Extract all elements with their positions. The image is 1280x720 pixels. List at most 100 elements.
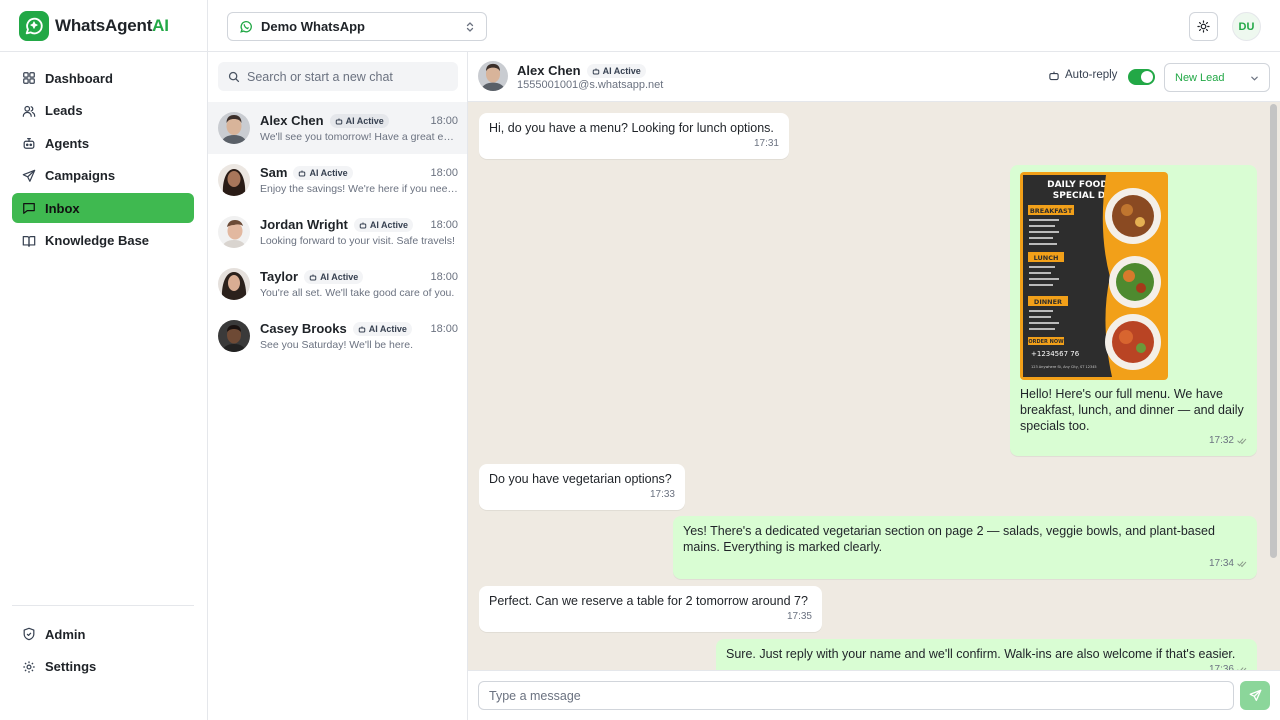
chevron-down-icon <box>1251 76 1258 81</box>
ai-active-badge: AI Active <box>304 269 364 284</box>
double-check-icon <box>1237 561 1247 568</box>
nav-label: Campaigns <box>45 168 116 183</box>
user-avatar[interactable]: DU <box>1232 12 1261 41</box>
shield-icon <box>23 627 35 641</box>
auto-reply-label-group: Auto-reply <box>1048 69 1117 81</box>
message-incoming: Perfect. Can we reserve a table for 2 to… <box>479 586 822 632</box>
robot-icon <box>335 118 342 125</box>
chat-preview: See you Saturday! We'll be here. <box>260 339 413 351</box>
composer <box>468 670 1280 720</box>
sun-icon <box>1197 20 1210 33</box>
nav-item-campaigns[interactable]: Campaigns <box>12 161 194 191</box>
message-scrollbar[interactable] <box>1270 104 1277 558</box>
chat-preview: We'll see you tomorrow! Have a great eve… <box>260 131 458 143</box>
robot-icon <box>358 326 365 333</box>
chat-name: Taylor AI Active <box>260 269 364 285</box>
whatsapp-icon <box>240 20 252 33</box>
chat-time: 18:00 <box>430 271 458 283</box>
grid-icon <box>23 72 35 84</box>
ai-active-badge: AI Active <box>353 217 414 232</box>
chat-time: 18:00 <box>430 219 458 231</box>
users-icon <box>22 105 36 117</box>
gear-icon <box>23 660 35 673</box>
nav-item-agents[interactable]: Agents <box>12 128 194 158</box>
menu-phone: +1234567 76 <box>1031 350 1080 358</box>
secondary-nav: Admin Settings <box>12 605 194 684</box>
double-check-icon <box>1237 438 1247 445</box>
lead-status-select[interactable]: New Lead <box>1164 63 1270 92</box>
top-bar: Demo WhatsApp DU <box>208 0 1280 52</box>
nav-label: Agents <box>45 135 90 151</box>
ai-active-badge: AI Active <box>586 63 646 78</box>
nav-item-settings[interactable]: Settings <box>12 652 194 682</box>
chat-item-casey-brooks[interactable]: Casey Brooks AI Active 18:00 See you Satu… <box>208 310 467 362</box>
nav-label: Inbox <box>45 200 80 216</box>
avatar <box>218 164 250 196</box>
nav-item-leads[interactable]: Leads <box>12 96 194 126</box>
nav-label: Admin <box>45 626 86 642</box>
nav-item-dashboard[interactable]: Dashboard <box>12 63 194 93</box>
chat-name: Alex Chen AI Active <box>260 113 389 129</box>
chat-item-sam[interactable]: Sam AI Active 18:00 Enjoy the savings! We… <box>208 154 467 206</box>
message-area[interactable]: Hi, do you have a menu? Looking for lunc… <box>468 102 1280 670</box>
message-text: Hello! Here's our full menu. We have bre… <box>1020 387 1244 433</box>
message-input[interactable] <box>478 681 1234 710</box>
chat-name: Casey Brooks AI Active <box>260 321 412 337</box>
chat-list-panel: Alex ChenAI Active 18:00 We'll see you t… <box>208 52 468 720</box>
message-text: Hi, do you have a menu? Looking for lunc… <box>489 121 774 135</box>
lead-status-value: New Lead <box>1175 71 1225 84</box>
chat-time: 18:00 <box>430 167 458 179</box>
ai-active-badge: AI Active <box>293 165 353 180</box>
auto-reply-toggle[interactable] <box>1128 69 1155 85</box>
brand[interactable]: WhatsAgentAI <box>0 0 207 52</box>
ai-active-badge: AI Active <box>329 113 389 128</box>
avatar <box>218 112 250 144</box>
message-text: Sure. Just reply with your name and we'l… <box>726 647 1236 661</box>
send-button[interactable] <box>1240 681 1270 710</box>
brand-name: WhatsAgentAI <box>55 15 169 35</box>
menu-order-now: ORDER NOW <box>1028 339 1064 345</box>
message-outgoing: DAILY FOOD MENU SPECIAL DISHES BREAKFAST… <box>1010 165 1257 456</box>
robot-icon <box>1049 71 1059 81</box>
robot-icon <box>309 274 317 281</box>
message-time: 17:36 <box>1209 662 1247 670</box>
chat-preview: You're all set. We'll take good care of … <box>260 287 455 299</box>
menu-section-lunch: LUNCH <box>1034 254 1059 262</box>
chat-item-jordan-wright[interactable]: Jordan Wright AI Active 18:00 Looking for… <box>208 206 467 258</box>
chat-item-alex-chen[interactable]: Alex Chen AI Active 18:00 We'll see you t… <box>208 102 467 154</box>
message-time: 17:32 <box>1209 433 1247 449</box>
nav-item-admin[interactable]: Admin <box>12 619 194 649</box>
message-outgoing: Sure. Just reply with your name and we'l… <box>716 639 1257 670</box>
message-text: Yes! There's a dedicated vegetarian sect… <box>683 524 1215 554</box>
message-incoming: Do you have vegetarian options? 17:33 <box>479 464 685 510</box>
book-icon <box>22 235 36 247</box>
chat-time: 18:00 <box>430 323 458 335</box>
contact-phone: 1555001001@s.whatsapp.net <box>517 79 664 91</box>
nav-label: Knowledge Base <box>45 233 150 248</box>
contact-avatar[interactable] <box>478 61 508 91</box>
avatar <box>218 268 250 300</box>
chat-name: Sam AI Active <box>260 165 353 181</box>
message-text: Perfect. Can we reserve a table for 2 to… <box>489 594 808 608</box>
message-time: 17:31 <box>753 138 779 149</box>
avatar <box>218 320 250 352</box>
account-select[interactable]: Demo WhatsApp <box>227 12 487 41</box>
message-time: 17:33 <box>649 489 675 500</box>
menu-section-breakfast: BREAKFAST <box>1030 207 1073 215</box>
nav-item-inbox[interactable]: Inbox <box>12 193 194 223</box>
chat-time: 18:00 <box>430 115 458 127</box>
nav-item-knowledge-base[interactable]: Knowledge Base <box>12 226 194 256</box>
nav-label: Settings <box>45 659 97 674</box>
conversation-header: Alex Chen AI Active 1555001001@s.whatsapp… <box>468 52 1280 102</box>
contact-name: Alex Chen AI Active <box>517 63 646 79</box>
message-time: 17:34 <box>1209 556 1247 572</box>
nav-label: Leads <box>45 103 83 118</box>
search-input[interactable] <box>247 69 447 84</box>
menu-address: 123 Anywhere St, Any City, ST 12345 <box>1031 365 1097 369</box>
robot-icon <box>359 222 367 229</box>
theme-toggle-button[interactable] <box>1189 12 1218 41</box>
conversation-panel: Alex Chen AI Active 1555001001@s.whatsapp… <box>468 52 1280 720</box>
chat-name: Jordan Wright AI Active <box>260 217 414 233</box>
chat-item-taylor[interactable]: Taylor AI Active 18:00 You're all set. We… <box>208 258 467 310</box>
menu-image[interactable]: DAILY FOOD MENU SPECIAL DISHES BREAKFAST… <box>1020 172 1168 380</box>
